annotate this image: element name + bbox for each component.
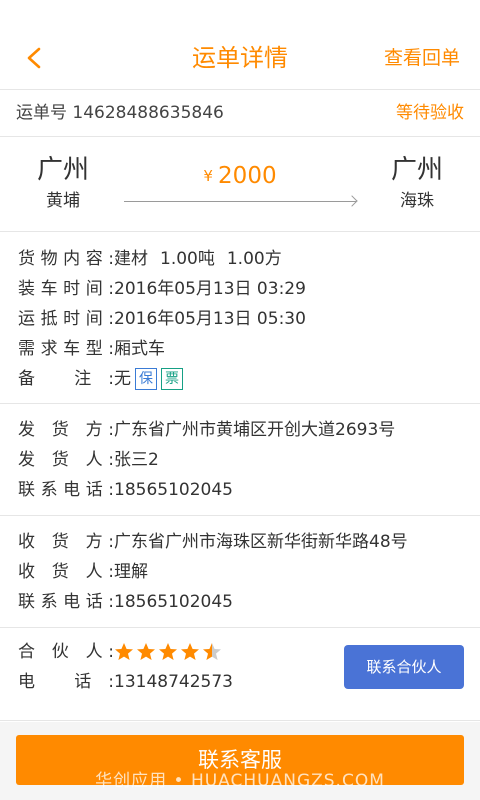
vehicle-type-label: 需求车型: xyxy=(18,339,114,359)
receiver-person-label: 收 货 人: xyxy=(18,562,114,582)
invoice-tag: 票 xyxy=(161,368,183,390)
route-summary: 广州 黄埔 ¥ 2000 广州 海珠 xyxy=(0,137,480,232)
receiver-address: 广东省广州市海珠区新华街新华路48号 xyxy=(114,532,408,552)
order-number-row: 运单号 14628488635846 等待验收 xyxy=(0,90,480,137)
receiver-person-row: 收 货 人: 理解 xyxy=(0,557,480,587)
cargo-type: 建材 xyxy=(114,249,148,269)
insurance-tag: 保 xyxy=(135,368,157,390)
remark-row: 备 注: 无保票 xyxy=(0,364,480,394)
back-button[interactable] xyxy=(16,40,52,76)
order-number-label: 运单号 xyxy=(16,103,67,123)
cargo-content-label: 货物内容: xyxy=(18,249,114,269)
currency-symbol: ¥ xyxy=(203,167,213,185)
partner-label: 合 伙 人: xyxy=(18,642,114,662)
cargo-weight: 1.00吨 xyxy=(160,249,215,269)
receiver-address-label: 收 货 方: xyxy=(18,532,114,552)
shipper-phone-label: 联系电话: xyxy=(18,480,114,500)
shipper-person-label: 发 货 人: xyxy=(18,450,114,470)
remark-text: 无 xyxy=(114,369,131,389)
origin-district: 黄埔 xyxy=(46,191,80,211)
contact-partner-button[interactable]: 联系合伙人 xyxy=(344,645,464,689)
vehicle-type-row: 需求车型: 厢式车 xyxy=(0,334,480,364)
receiver-address-row: 收 货 方: 广东省广州市海珠区新华街新华路48号 xyxy=(0,527,480,557)
cargo-content-value: 建材 1.00吨 1.00方 xyxy=(114,244,282,274)
destination-district: 海珠 xyxy=(400,191,434,211)
status-badge: 等待验收 xyxy=(396,103,464,123)
star-icon xyxy=(137,643,155,660)
shipper-person: 张三2 xyxy=(114,450,159,470)
star-icon xyxy=(159,643,177,660)
star-icon xyxy=(115,643,133,660)
cargo-volume: 1.00方 xyxy=(226,249,282,269)
cargo-content-row: 货物内容: 建材 1.00吨 1.00方 xyxy=(0,244,480,274)
arrow-right-icon xyxy=(124,201,356,202)
partner-phone-label: 电 话: xyxy=(18,672,114,692)
nav-bar: 运单详情 查看回单 xyxy=(0,0,480,90)
order-number-value: 14628488635846 xyxy=(72,103,224,123)
destination-city: 广州 xyxy=(390,155,443,185)
origin-city: 广州 xyxy=(36,155,89,185)
shipper-info: 发 货 方: 广东省广州市黄埔区开创大道2693号 发 货 人: 张三2 联系电… xyxy=(0,405,480,516)
origin: 广州 黄埔 xyxy=(18,153,108,215)
contact-service-button[interactable]: 联系客服 xyxy=(16,735,464,785)
partner-phone[interactable]: 13148742573 xyxy=(114,667,233,697)
receiver-info: 收 货 方: 广东省广州市海珠区新华街新华路48号 收 货 人: 理解 联系电话… xyxy=(0,517,480,628)
receiver-phone-row: 联系电话: 18565102045 xyxy=(0,587,480,617)
shipper-address-row: 发 货 方: 广东省广州市黄埔区开创大道2693号 xyxy=(0,415,480,445)
chevron-left-icon xyxy=(27,47,41,69)
vehicle-type-value: 厢式车 xyxy=(114,339,165,359)
receiver-phone[interactable]: 18565102045 xyxy=(114,587,233,617)
shipper-address: 广东省广州市黄埔区开创大道2693号 xyxy=(114,420,396,440)
freight-price: ¥ 2000 xyxy=(120,163,360,189)
partner-info: 合 伙 人: 电 话: 13148742573 联系合伙人 xyxy=(0,629,480,721)
shipper-phone-row: 联系电话: 18565102045 xyxy=(0,475,480,505)
arrive-time-value: 2016年05月13日 05:30 xyxy=(114,309,306,329)
load-time-row: 装车时间: 2016年05月13日 03:29 xyxy=(0,274,480,304)
shipper-person-row: 发 货 人: 张三2 xyxy=(0,445,480,475)
order-number: 运单号 14628488635846 xyxy=(16,90,224,136)
load-time-label: 装车时间: xyxy=(18,279,114,299)
receiver-person: 理解 xyxy=(114,562,148,582)
destination: 广州 海珠 xyxy=(372,153,462,215)
star-icon xyxy=(181,643,199,660)
star-icon xyxy=(203,643,221,660)
star-rating xyxy=(114,637,224,667)
load-time-value: 2016年05月13日 03:29 xyxy=(114,279,306,299)
cargo-details: 货物内容: 建材 1.00吨 1.00方 装车时间: 2016年05月13日 03:… xyxy=(0,240,480,404)
receiver-phone-label: 联系电话: xyxy=(18,592,114,612)
arrive-time-label: 运抵时间: xyxy=(18,309,114,329)
arrive-time-row: 运抵时间: 2016年05月13日 05:30 xyxy=(0,304,480,334)
remark-value: 无保票 xyxy=(114,364,183,394)
view-receipt-button[interactable]: 查看回单 xyxy=(384,40,460,76)
shipper-phone[interactable]: 18565102045 xyxy=(114,475,233,505)
remark-label: 备 注: xyxy=(18,369,114,389)
shipper-address-label: 发 货 方: xyxy=(18,420,114,440)
price-value: 2000 xyxy=(218,163,277,189)
